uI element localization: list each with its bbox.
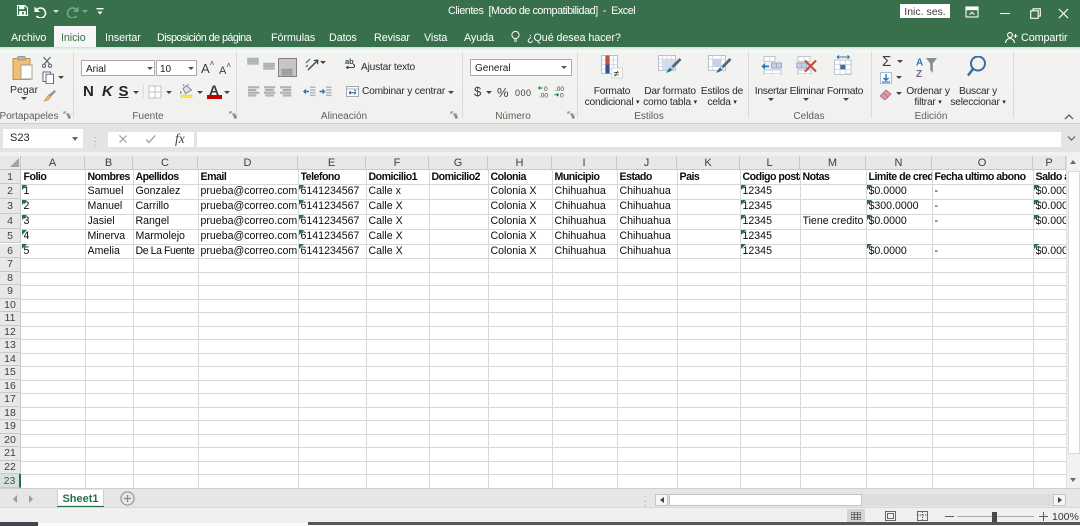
svg-text:0: 0 xyxy=(560,93,564,99)
svg-text:ab: ab xyxy=(345,58,354,66)
svg-text:≠: ≠ xyxy=(614,69,620,79)
svg-text:.00: .00 xyxy=(539,93,548,99)
svg-text:A: A xyxy=(916,58,923,69)
svg-text:Z: Z xyxy=(916,69,922,77)
